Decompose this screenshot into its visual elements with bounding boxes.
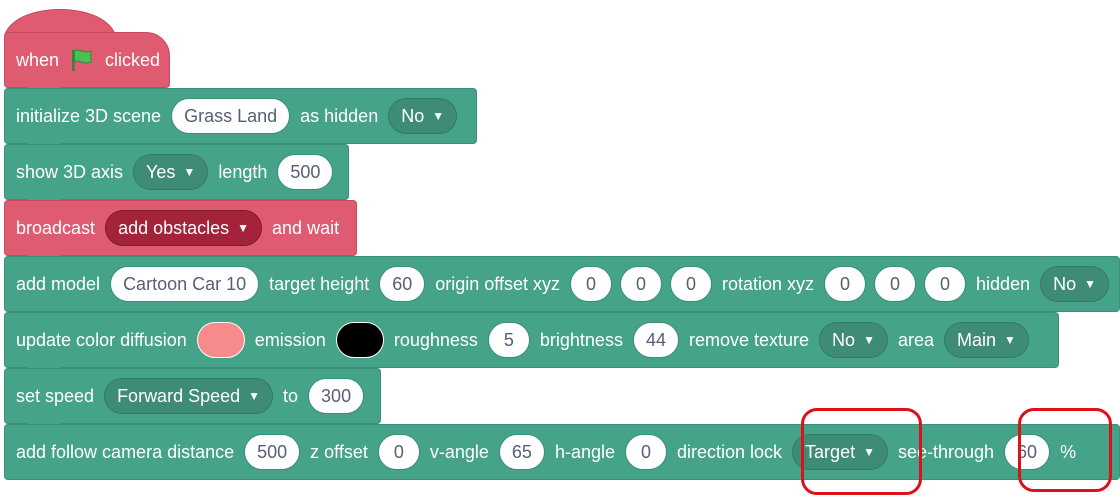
emission-color-swatch[interactable] [335, 322, 384, 358]
show-axis-label: show 3D axis [16, 161, 124, 182]
show-3d-axis-block[interactable]: show 3D axis Yes ▼ length 500 [4, 144, 349, 208]
block-connector [27, 478, 61, 479]
target-height-input[interactable]: 60 [379, 266, 426, 302]
as-hidden-label: as hidden [300, 105, 379, 126]
when-flag-clicked-block[interactable]: when clicked [4, 32, 170, 96]
v-angle-input[interactable]: 65 [498, 434, 545, 470]
caret-down-icon: ▼ [1004, 333, 1016, 347]
direction-lock-label: direction lock [677, 441, 783, 462]
initialize-scene-label: initialize 3D scene [16, 105, 162, 126]
area-dropdown[interactable]: Main ▼ [943, 322, 1029, 358]
axis-visible-value: Yes [146, 161, 176, 182]
rotation-z-input[interactable]: 0 [924, 266, 967, 302]
axis-visible-dropdown[interactable]: Yes ▼ [133, 154, 209, 190]
when-label: when [16, 49, 60, 70]
remove-texture-dropdown[interactable]: No ▼ [819, 322, 888, 358]
speed-value-input[interactable]: 300 [308, 378, 365, 414]
origin-z-input[interactable]: 0 [669, 266, 712, 302]
h-angle-input[interactable]: 0 [625, 434, 667, 470]
broadcast-message-dropdown[interactable]: add obstacles ▼ [105, 210, 263, 246]
speed-type-dropdown[interactable]: Forward Speed ▼ [104, 378, 274, 414]
see-through-label: see-through [897, 441, 995, 462]
z-offset-input[interactable]: 0 [377, 434, 420, 470]
see-through-input[interactable]: 60 [1004, 434, 1051, 470]
target-height-label: target height [269, 273, 370, 294]
roughness-label: roughness [393, 329, 478, 350]
rotation-label: rotation xyz [721, 273, 815, 294]
caret-down-icon: ▼ [432, 109, 445, 123]
caret-down-icon: ▼ [248, 389, 261, 403]
origin-x-input[interactable]: 0 [569, 266, 612, 302]
camera-distance-input[interactable]: 500 [244, 434, 301, 470]
to-label: to [283, 385, 299, 406]
origin-offset-label: origin offset xyz [435, 273, 560, 294]
remove-texture-value: No [832, 329, 856, 350]
follow-camera-block[interactable]: add follow camera distance 500 z offset … [4, 424, 1120, 480]
caret-down-icon: ▼ [1084, 277, 1096, 291]
scene-name-input[interactable]: Grass Land [171, 98, 291, 134]
caret-down-icon: ▼ [863, 333, 875, 347]
brightness-input[interactable]: 44 [632, 322, 679, 358]
percent-label: % [1060, 441, 1077, 462]
green-flag-icon [69, 47, 95, 73]
broadcast-label: broadcast [16, 217, 96, 238]
rotation-y-input[interactable]: 0 [874, 266, 917, 302]
z-offset-label: z offset [310, 441, 368, 462]
broadcast-and-wait-block[interactable]: broadcast add obstacles ▼ and wait [4, 200, 357, 264]
brightness-label: brightness [539, 329, 623, 350]
direction-lock-value: Target [805, 441, 856, 462]
emission-label: emission [254, 329, 326, 350]
clicked-label: clicked [105, 49, 161, 70]
speed-type-value: Forward Speed [117, 385, 241, 406]
direction-lock-dropdown[interactable]: Target ▼ [792, 434, 888, 470]
v-angle-label: v-angle [429, 441, 489, 462]
model-name-input[interactable]: Cartoon Car 10 [110, 266, 260, 302]
hidden-label: hidden [976, 273, 1031, 294]
and-wait-label: and wait [272, 217, 340, 238]
length-label: length [218, 161, 268, 182]
axis-length-input[interactable]: 500 [277, 154, 334, 190]
update-color-block[interactable]: update color diffusion emission roughnes… [4, 312, 1059, 376]
broadcast-message-value: add obstacles [118, 217, 230, 238]
add-model-label: add model [16, 273, 101, 294]
caret-down-icon: ▼ [183, 165, 196, 179]
add-model-block[interactable]: add model Cartoon Car 10 target height 6… [4, 256, 1120, 312]
model-hidden-value: No [1053, 273, 1077, 294]
follow-camera-label: add follow camera distance [16, 441, 235, 462]
model-hidden-dropdown[interactable]: No ▼ [1040, 266, 1109, 302]
hidden-dropdown-value: No [401, 105, 425, 126]
area-value: Main [956, 329, 996, 350]
rotation-x-input[interactable]: 0 [824, 266, 867, 302]
h-angle-label: h-angle [554, 441, 615, 462]
set-speed-label: set speed [16, 385, 95, 406]
roughness-input[interactable]: 5 [487, 322, 530, 358]
origin-y-input[interactable]: 0 [619, 266, 662, 302]
diffusion-color-swatch[interactable] [196, 322, 245, 358]
caret-down-icon: ▼ [237, 221, 250, 235]
initialize-3d-scene-block[interactable]: initialize 3D scene Grass Land as hidden… [4, 88, 477, 152]
area-label: area [897, 329, 934, 350]
hidden-dropdown[interactable]: No ▼ [388, 98, 458, 134]
update-color-label: update color diffusion [16, 329, 187, 350]
caret-down-icon: ▼ [863, 445, 875, 459]
set-speed-block[interactable]: set speed Forward Speed ▼ to 300 [4, 368, 381, 432]
remove-texture-label: remove texture [688, 329, 810, 350]
